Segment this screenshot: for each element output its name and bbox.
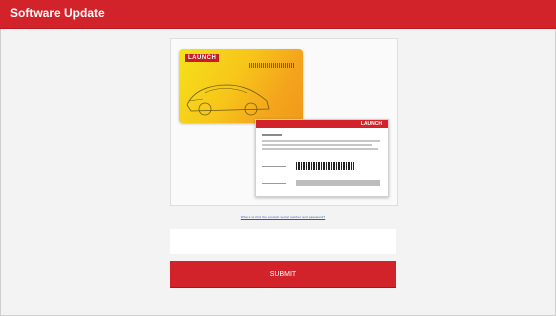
- card-field-label: [262, 183, 286, 184]
- car-illustration-icon: [186, 84, 270, 116]
- card-illustration-panel: LAUNCH LAUNCH: [170, 38, 398, 206]
- launch-logo: LAUNCH: [185, 54, 220, 62]
- card-serial-marking: [249, 63, 295, 68]
- card-text-line: [262, 144, 372, 146]
- serial-help-link[interactable]: Where to find the product serial number …: [241, 215, 325, 219]
- page-title: Software Update: [10, 6, 105, 20]
- activation-card-image: LAUNCH: [179, 49, 303, 123]
- password-card-header: LAUNCH: [256, 120, 388, 128]
- serial-help-link-row: Where to find the product serial number …: [170, 212, 396, 222]
- title-bar: Software Update: [0, 0, 556, 28]
- card-text-line: [262, 140, 380, 142]
- barcode-icon: [296, 162, 354, 170]
- card-text-line: [262, 134, 282, 136]
- password-scratch-field: [296, 180, 380, 186]
- serial-number-input[interactable]: [170, 229, 396, 254]
- card-text-line: [262, 148, 378, 150]
- submit-button[interactable]: SUBMIT: [170, 261, 396, 287]
- card-field-label: [262, 166, 286, 167]
- launch-logo-small: LAUNCH: [360, 121, 382, 127]
- password-card-image: LAUNCH: [255, 119, 389, 197]
